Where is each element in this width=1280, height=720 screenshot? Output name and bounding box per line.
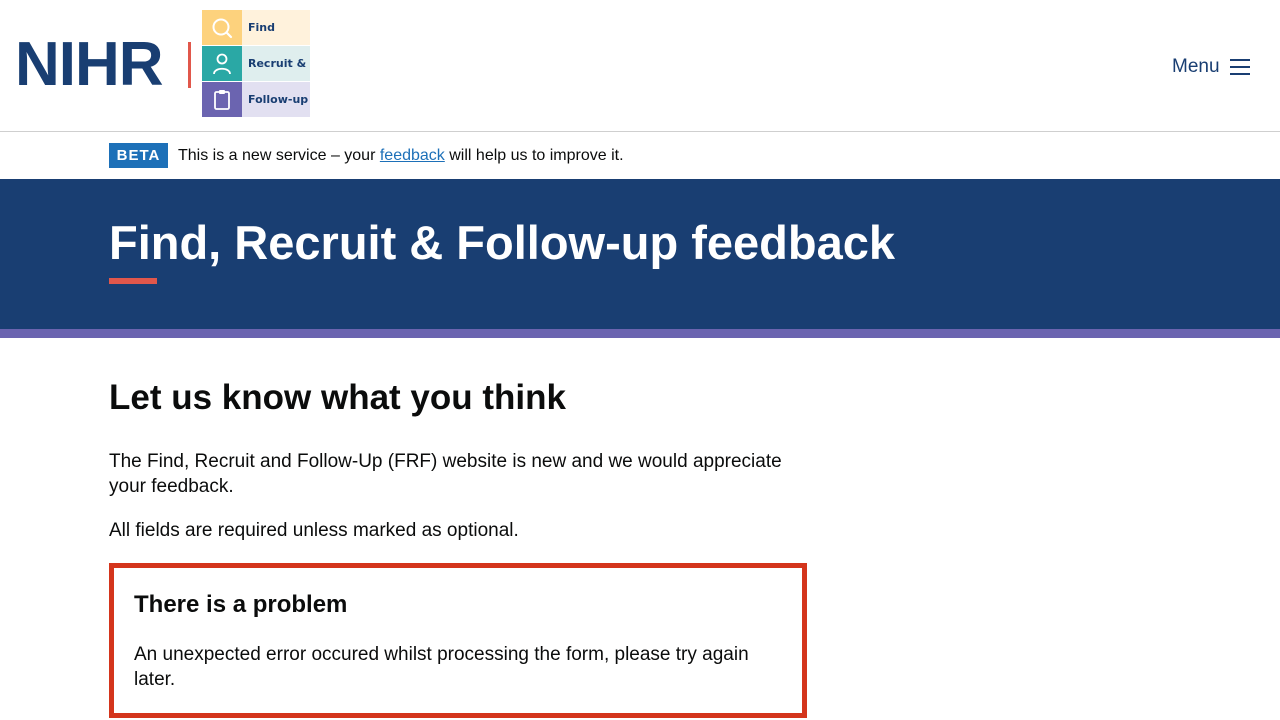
frf-logo-find-label: Find [242, 10, 310, 45]
nihr-logo[interactable]: NIHR [15, 34, 164, 96]
person-icon [202, 46, 242, 81]
hero-banner: Find, Recruit & Follow-up feedback [0, 179, 1280, 329]
beta-banner-text: This is a new service – your feedback wi… [178, 146, 624, 166]
menu-button[interactable]: Menu [1172, 54, 1250, 80]
clipboard-icon [202, 82, 242, 117]
required-fields-note: All fields are required unless marked as… [109, 520, 519, 541]
frf-logo[interactable]: Find Recruit & Follow-up [202, 10, 310, 117]
title-underline [109, 278, 157, 284]
hamburger-icon [1229, 59, 1250, 75]
frf-logo-follow-up-label: Follow-up [242, 82, 310, 117]
beta-tag: BETA [109, 143, 168, 168]
frf-logo-recruit: Recruit & [202, 46, 310, 81]
phase-banner: BETA This is a new service – your feedba… [0, 132, 1280, 178]
site-header: NIHR Find Recruit & Follow-up Menu [0, 0, 1280, 132]
intro-text: The Find, Recruit and Follow-Up (FRF) we… [109, 451, 782, 497]
frf-logo-follow-up: Follow-up [202, 82, 310, 117]
beta-text-after: will help us to improve it. [449, 147, 624, 164]
error-summary-title: There is a problem [134, 591, 348, 618]
hero-stripe [0, 329, 1280, 338]
feedback-link[interactable]: feedback [380, 147, 445, 164]
error-summary: There is a problem An unexpected error o… [109, 563, 807, 718]
search-icon [202, 10, 242, 45]
error-summary-message: An unexpected error occured whilst proce… [134, 644, 749, 690]
section-heading: Let us know what you think [109, 378, 566, 417]
frf-logo-recruit-label: Recruit & [242, 46, 310, 81]
menu-label: Menu [1172, 56, 1220, 77]
logo-divider [188, 42, 191, 88]
beta-text-before: This is a new service – your [178, 147, 376, 164]
page-title: Find, Recruit & Follow-up feedback [109, 216, 895, 269]
frf-logo-find: Find [202, 10, 310, 45]
